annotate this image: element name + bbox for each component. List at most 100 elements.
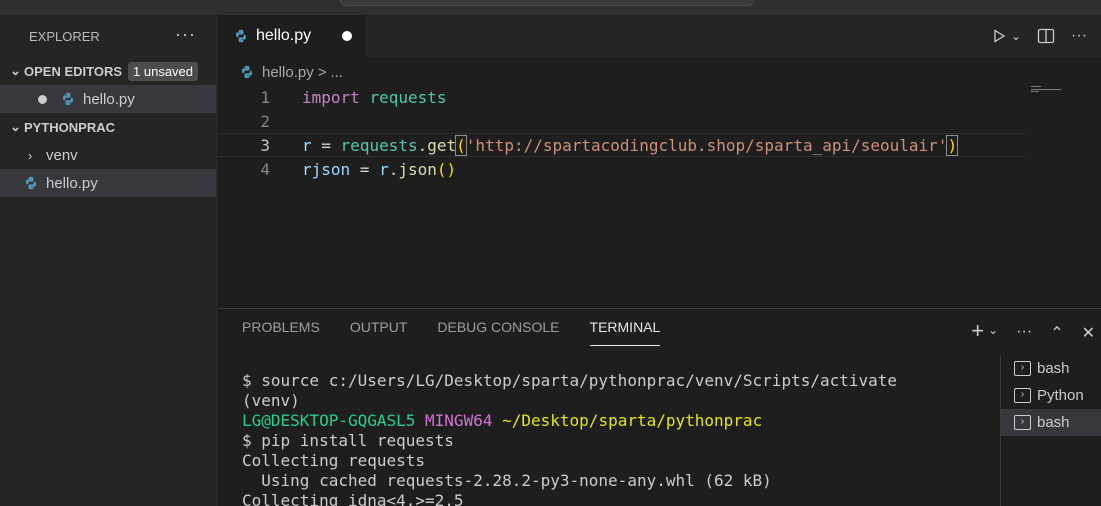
unsaved-badge: 1 unsaved	[128, 61, 199, 81]
tab-label: hello.py	[256, 27, 312, 44]
terminal-line: Collecting idna<4,>=2.5	[242, 491, 464, 506]
terminal-icon: ›	[1014, 361, 1031, 376]
terminal-item-bash-active[interactable]: › bash	[1001, 409, 1101, 436]
command-center[interactable]	[340, 0, 754, 6]
chevron-down-icon[interactable]: ⌄	[1011, 29, 1021, 43]
function-token: get	[427, 135, 457, 155]
python-file-icon	[242, 65, 252, 79]
breadcrumb-file[interactable]: hello.py	[262, 64, 314, 81]
line-number: 1	[260, 87, 270, 107]
explorer-header: EXPLORER ···	[0, 15, 216, 57]
line-number: 3	[260, 135, 270, 155]
terminal-line: Using cached requests-2.28.2-py3-none-an…	[242, 471, 772, 490]
open-editors-label: OPEN EDITORS	[24, 63, 123, 79]
terminal-output[interactable]: $ source c:/Users/LG/Desktop/sparta/pyth…	[242, 371, 897, 506]
explorer-title: EXPLORER	[29, 28, 100, 44]
tab-problems[interactable]: PROBLEMS	[242, 319, 320, 346]
line-code: import requests	[302, 88, 447, 107]
open-editors-section[interactable]: ⌄ OPEN EDITORS 1 unsaved	[0, 57, 216, 85]
close-icon[interactable]: ✕	[1082, 323, 1095, 343]
breadcrumb-separator: >	[317, 63, 327, 81]
prompt-path: ~/Desktop/sparta/pythonprac	[502, 411, 763, 430]
breadcrumb-more[interactable]: ...	[330, 64, 343, 81]
variable-token: r	[379, 159, 389, 179]
chevron-up-icon[interactable]: ⌃	[1050, 323, 1063, 343]
tab-output[interactable]: OUTPUT	[350, 319, 408, 346]
module-token: requests	[369, 87, 447, 107]
code-line[interactable]: 4 rjson = r.json()	[218, 157, 1026, 181]
code-line-current[interactable]: 3 r = requests.get('http://spartacodingc…	[218, 133, 1026, 157]
tab-terminal[interactable]: TERMINAL	[589, 319, 661, 346]
tab-bar: hello.py ⌄ ···	[218, 15, 1101, 57]
panel-tabs: PROBLEMS OUTPUT DEBUG CONSOLE TERMINAL	[242, 319, 661, 346]
split-editor-icon[interactable]	[1037, 28, 1055, 44]
tab-hello-py[interactable]: hello.py	[218, 15, 366, 57]
python-file-icon	[26, 176, 36, 190]
python-file-icon	[236, 29, 246, 43]
chevron-down-icon: ⌄	[10, 119, 21, 134]
folder-label: PYTHONPRAC	[24, 119, 116, 135]
terminal-icon: ›	[1014, 415, 1031, 430]
bottom-panel: PROBLEMS OUTPUT DEBUG CONSOLE TERMINAL +…	[218, 308, 1101, 506]
prompt-shell: MINGW64	[425, 411, 493, 430]
code-line[interactable]: 1 import requests	[218, 85, 1026, 109]
function-token: json	[398, 159, 437, 179]
more-actions-icon[interactable]: ···	[1071, 27, 1087, 45]
keyword-token: import	[302, 87, 360, 107]
code-editor[interactable]: 1 import requests 2 3 r = requests.get('…	[218, 85, 1101, 307]
terminal-prompt: LG@DESKTOP-GQGASL5 MINGW64 ~/Desktop/spa…	[242, 411, 897, 431]
bracket-token: (	[455, 134, 467, 156]
plus-icon[interactable]: +	[971, 320, 984, 343]
play-icon[interactable]	[991, 28, 1007, 44]
chevron-down-icon[interactable]: ⌄	[988, 323, 998, 343]
open-editor-label: hello.py	[83, 90, 135, 108]
bracket-token: ()	[436, 159, 457, 179]
chevron-down-icon: ⌄	[10, 63, 21, 78]
chevron-right-icon: ›	[28, 147, 33, 163]
terminal-item-python[interactable]: › Python	[1001, 382, 1101, 409]
title-bar	[0, 0, 1101, 15]
terminal-icon: ›	[1014, 388, 1031, 403]
operator-token: =	[350, 159, 380, 179]
prompt-user: LG@DESKTOP-GQGASL5	[242, 411, 416, 430]
terminal-line: Collecting requests	[242, 451, 426, 470]
unsaved-dot-icon[interactable]	[38, 94, 47, 104]
variable-token: rjson	[302, 159, 351, 179]
bracket-token: )	[946, 134, 959, 156]
tree-item-hello-py[interactable]: hello.py	[0, 169, 216, 197]
terminal-item-bash[interactable]: › bash	[1001, 355, 1101, 382]
line-number: 4	[260, 159, 270, 179]
terminal-line: $ pip install requests	[242, 431, 454, 450]
terminal-item-label: Python	[1037, 387, 1084, 404]
variable-token: r	[302, 135, 312, 155]
operator-token: =	[311, 135, 341, 155]
unsaved-dot-icon[interactable]	[342, 31, 352, 41]
more-actions-icon[interactable]: ···	[175, 24, 196, 45]
tab-debug-console[interactable]: DEBUG CONSOLE	[437, 319, 559, 346]
dot-token: .	[417, 135, 428, 155]
line-code: rjson = r.json()	[302, 160, 456, 179]
line-number: 2	[260, 111, 270, 131]
panel-actions: + ⌄ ··· ⌃ ✕	[971, 320, 1101, 343]
more-actions-icon[interactable]: ···	[1016, 323, 1032, 343]
terminal-item-label: bash	[1037, 360, 1070, 377]
breadcrumb: hello.py > ...	[240, 60, 343, 84]
code-line[interactable]: 2	[218, 109, 1026, 133]
module-token: requests	[340, 135, 418, 155]
terminal-line: (venv)	[242, 391, 300, 410]
tree-item-venv[interactable]: › venv	[0, 141, 216, 169]
minimap[interactable]	[1031, 85, 1061, 95]
string-token: 'http://spartacodingclub.shop/sparta_api…	[465, 135, 948, 155]
line-code: r = requests.get('http://spartacodingclu…	[302, 134, 959, 156]
dot-token: .	[388, 159, 399, 179]
editor-actions: ⌄ ···	[991, 15, 1101, 57]
open-editor-item[interactable]: hello.py	[0, 85, 216, 113]
terminal-line: $ source c:/Users/LG/Desktop/sparta/pyth…	[242, 371, 898, 390]
tree-item-label: venv	[46, 146, 78, 164]
terminal-item-label: bash	[1037, 414, 1070, 431]
tree-item-label: hello.py	[46, 174, 98, 192]
explorer-sidebar: EXPLORER ··· ⌄ OPEN EDITORS 1 unsaved he…	[0, 15, 217, 506]
python-file-icon	[63, 92, 73, 106]
folder-section[interactable]: ⌄ PYTHONPRAC	[0, 113, 216, 141]
terminal-list: › bash › Python › bash	[1000, 355, 1101, 506]
